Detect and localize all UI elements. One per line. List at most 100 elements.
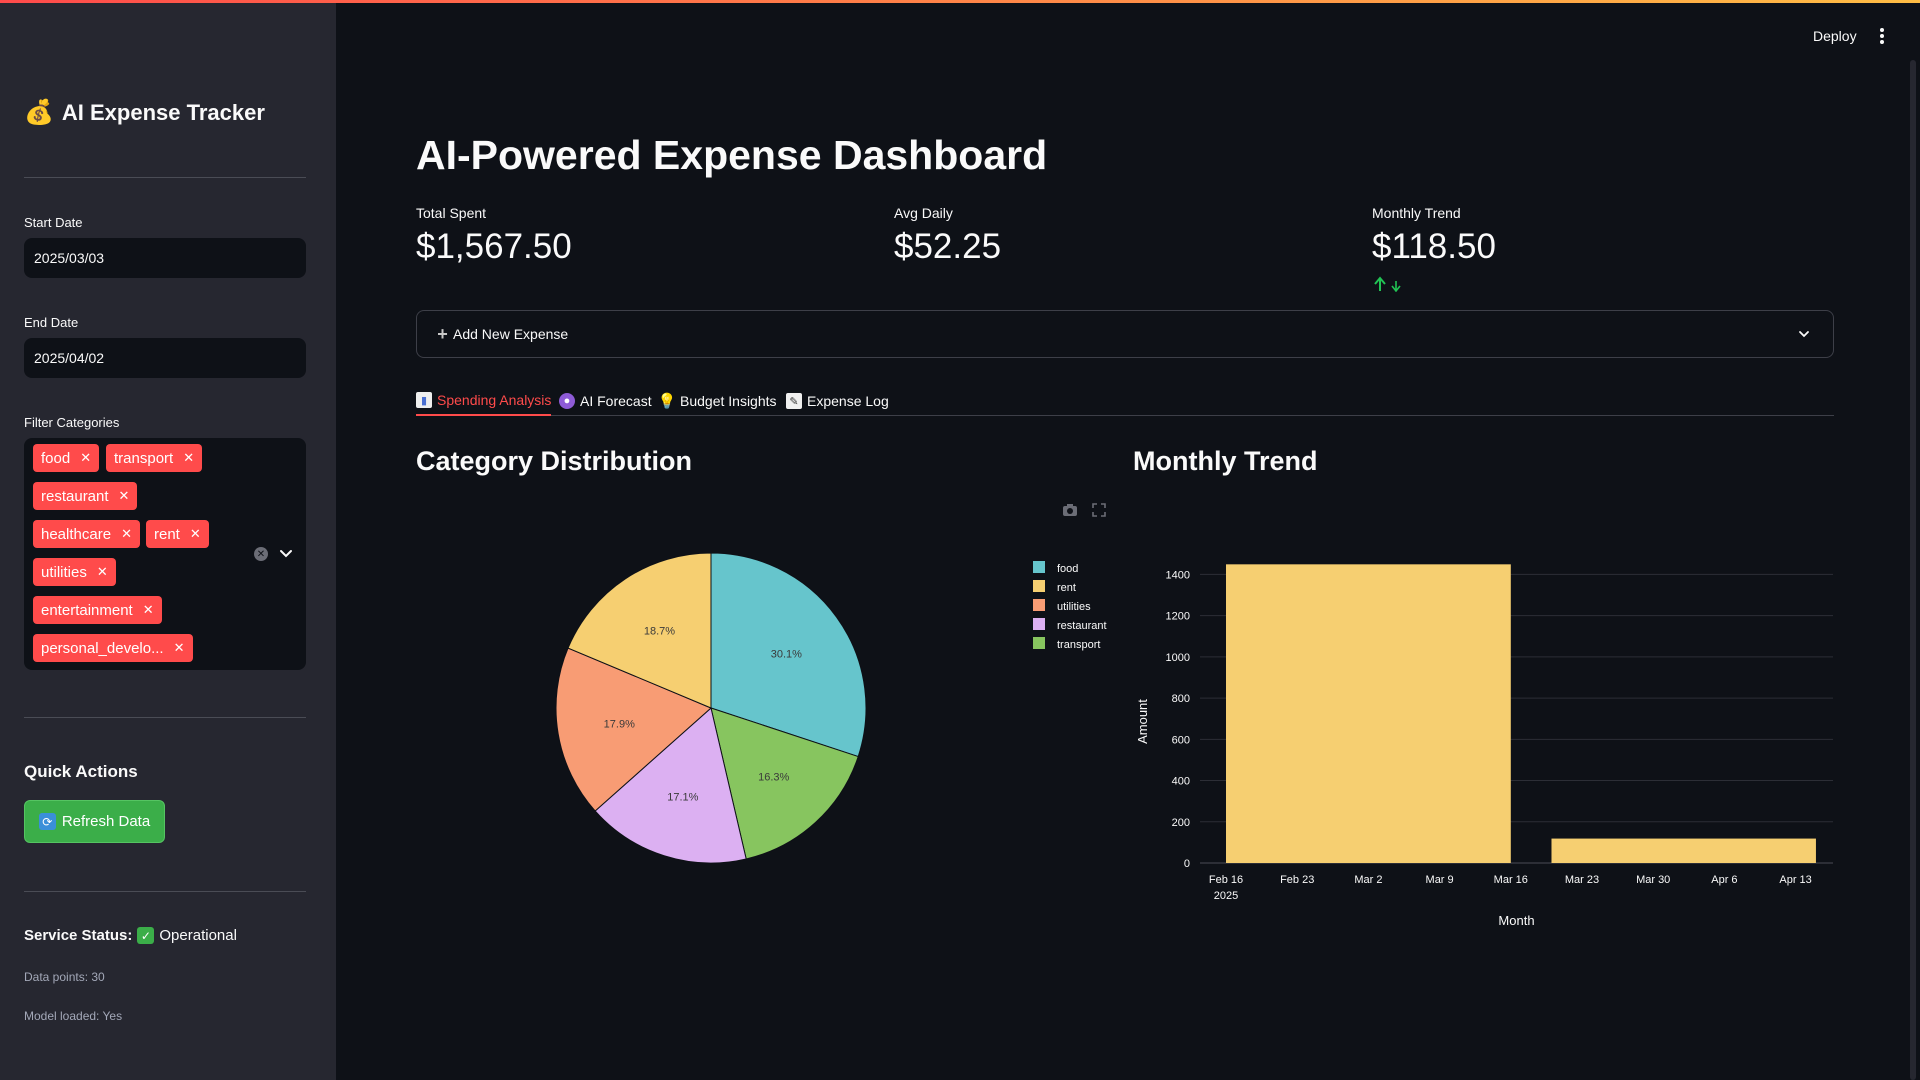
- remove-chip-icon[interactable]: ✕: [121, 526, 132, 542]
- add-expense-expander[interactable]: + Add New Expense: [416, 310, 1834, 358]
- bar-chart-title: Monthly Trend: [1133, 446, 1318, 476]
- bar-chart-icon: ▮: [416, 392, 432, 408]
- pie-label-restaurant: 17.1%: [667, 792, 698, 804]
- chip-label: food: [41, 449, 71, 467]
- legend-label-food[interactable]: food: [1057, 563, 1078, 575]
- legend-label-restaurant[interactable]: restaurant: [1057, 620, 1107, 632]
- memo-icon: ✎: [786, 393, 802, 409]
- pie-label-utilities: 17.9%: [604, 718, 635, 730]
- remove-chip-icon[interactable]: ✕: [143, 602, 154, 618]
- expander-label: Add New Expense: [453, 326, 569, 342]
- crystal-ball-icon: ●: [559, 393, 575, 409]
- tab-label: Budget Insights: [680, 393, 777, 409]
- metric-avg-daily-value: $52.25: [894, 227, 1002, 266]
- tab-spending-analysis[interactable]: ▮ Spending Analysis: [416, 386, 552, 416]
- tab-label: Expense Log: [807, 393, 889, 409]
- pie-label-transport: 16.3%: [758, 772, 789, 784]
- money-bag-icon: 💰: [24, 99, 54, 126]
- legend-label-rent[interactable]: rent: [1057, 582, 1076, 594]
- chip-label: utilities: [41, 563, 87, 581]
- pie-label-food: 30.1%: [771, 649, 802, 661]
- service-status: Service Status: ✓ Operational: [24, 927, 237, 944]
- chip-label: healthcare: [41, 525, 112, 543]
- sidebar-divider: [24, 717, 306, 718]
- tab-label: Spending Analysis: [437, 392, 552, 408]
- refresh-data-button[interactable]: ⟳ Refresh Data: [24, 800, 165, 843]
- y-tick-label: 400: [1172, 776, 1190, 788]
- pie-chart-title: Category Distribution: [416, 446, 693, 476]
- chip-food[interactable]: food ✕: [33, 444, 100, 472]
- y-tick-label: 1400: [1166, 569, 1190, 581]
- legend-swatch-rent[interactable]: [1033, 580, 1045, 592]
- tab-bar: ▮ Spending Analysis ● AI Forecast 💡 Budg…: [416, 380, 1834, 416]
- x-axis-label: Month: [1498, 913, 1534, 928]
- sidebar-divider: [24, 177, 306, 178]
- start-date-input[interactable]: 2025/03/03: [24, 238, 306, 278]
- remove-chip-icon[interactable]: ✕: [174, 640, 185, 656]
- legend-swatch-restaurant[interactable]: [1033, 618, 1045, 630]
- chevron-down-icon[interactable]: [278, 545, 294, 561]
- x-tick-label: Apr 13: [1779, 874, 1811, 886]
- remove-chip-icon[interactable]: ✕: [119, 488, 130, 504]
- x-tick-label: 2025: [1214, 890, 1238, 902]
- metric-total-spent-value: $1,567.50: [416, 227, 572, 266]
- chip-label: entertainment: [41, 601, 133, 619]
- refresh-icon: ⟳: [38, 813, 56, 830]
- pie-label-rent: 18.7%: [644, 626, 675, 638]
- main-menu-icon[interactable]: [1880, 28, 1884, 44]
- tab-label: AI Forecast: [580, 393, 652, 409]
- y-tick-label: 1200: [1166, 611, 1190, 623]
- delta-indicator: [1373, 276, 1401, 292]
- x-tick-label: Mar 16: [1494, 874, 1528, 886]
- clear-all-icon[interactable]: ✕: [254, 547, 268, 561]
- legend-label-utilities[interactable]: utilities: [1057, 601, 1091, 613]
- y-tick-label: 1000: [1166, 652, 1190, 664]
- chip-healthcare[interactable]: healthcare ✕: [33, 520, 140, 548]
- x-tick-label: Feb 16: [1209, 874, 1243, 886]
- remove-chip-icon[interactable]: ✕: [190, 526, 201, 542]
- x-tick-label: Mar 30: [1636, 874, 1670, 886]
- chip-transport[interactable]: transport ✕: [106, 444, 203, 472]
- arrow-up-icon: [1374, 276, 1386, 291]
- chip-label: transport: [114, 449, 174, 467]
- plus-icon: +: [437, 323, 448, 344]
- sidebar-title-text: AI Expense Tracker: [61, 99, 265, 125]
- tab-ai-forecast[interactable]: ● AI Forecast: [559, 386, 652, 416]
- chevron-down-icon[interactable]: [1797, 327, 1811, 341]
- tab-budget-insights[interactable]: 💡 Budget Insights: [658, 386, 777, 416]
- x-tick-label: Feb 23: [1280, 874, 1314, 886]
- remove-chip-icon[interactable]: ✕: [80, 450, 91, 466]
- chip-entertainment[interactable]: entertainment ✕: [33, 596, 162, 624]
- remove-chip-icon[interactable]: ✕: [97, 564, 108, 580]
- legend-swatch-food[interactable]: [1033, 561, 1045, 573]
- check-icon: ✓: [137, 927, 155, 944]
- chip-utilities[interactable]: utilities ✕: [33, 558, 116, 586]
- legend-swatch-transport[interactable]: [1033, 637, 1045, 649]
- chip-label: personal_develo...: [41, 639, 164, 657]
- metric-avg-daily-label: Avg Daily: [894, 205, 953, 221]
- legend-swatch-utilities[interactable]: [1033, 599, 1045, 611]
- scrollbar[interactable]: [1910, 60, 1916, 1080]
- chip-rent[interactable]: rent ✕: [146, 520, 209, 548]
- end-date-label: End Date: [24, 315, 79, 330]
- deploy-button[interactable]: Deploy: [1813, 28, 1857, 44]
- bar-mar-2025[interactable]: [1226, 564, 1511, 863]
- bar-apr-2025[interactable]: [1551, 838, 1816, 863]
- metric-monthly-trend-label: Monthly Trend: [1372, 205, 1461, 221]
- end-date-input[interactable]: 2025/04/02: [24, 338, 306, 378]
- y-tick-label: 600: [1172, 734, 1190, 746]
- filter-categories-label: Filter Categories: [24, 415, 120, 430]
- chip-personal-development[interactable]: personal_develo... ✕: [33, 634, 193, 662]
- page-title: AI-Powered Expense Dashboard: [416, 132, 1048, 178]
- remove-chip-icon[interactable]: ✕: [183, 450, 194, 466]
- model-loaded-text: Model loaded: Yes: [24, 1009, 123, 1023]
- chip-restaurant[interactable]: restaurant ✕: [33, 482, 138, 510]
- legend-label-transport[interactable]: transport: [1057, 639, 1100, 651]
- quick-actions-heading: Quick Actions: [24, 762, 138, 781]
- x-tick-label: Mar 2: [1354, 874, 1382, 886]
- x-tick-label: Mar 23: [1565, 874, 1599, 886]
- tab-expense-log[interactable]: ✎ Expense Log: [786, 386, 889, 416]
- y-axis-label: Amount: [1135, 699, 1150, 744]
- metric-monthly-trend-value: $118.50: [1372, 227, 1496, 266]
- sidebar-title: 💰 AI Expense Tracker: [24, 98, 265, 127]
